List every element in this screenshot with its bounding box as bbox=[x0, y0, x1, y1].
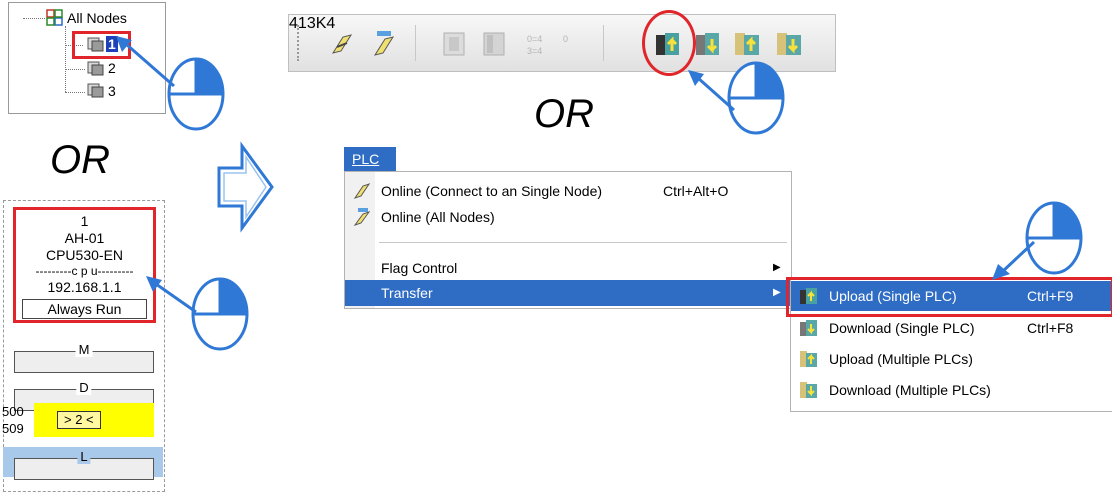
right-arrow-icon bbox=[217, 141, 274, 233]
pointer-arrow-icon bbox=[992, 240, 1036, 280]
download-single-icon[interactable] bbox=[693, 29, 723, 59]
station-cpu: CPU530-EN bbox=[45, 247, 124, 263]
menu-item-transfer[interactable]: Transfer ▶ bbox=[345, 280, 791, 306]
online-all-icon bbox=[353, 208, 371, 226]
menu-item-online-single[interactable]: Online (Connect to an Single Node) Ctrl+… bbox=[345, 178, 791, 204]
station-ip: 192.168.1.1 bbox=[47, 279, 122, 295]
upload-multiple-icon bbox=[800, 351, 817, 367]
plc-station-panel: 1 AH-01 CPU530-EN ---------c p u--------… bbox=[2, 200, 165, 492]
rack-slot-label: M bbox=[75, 343, 93, 357]
toolbar-separator bbox=[415, 25, 416, 61]
menu-item-label: Online (Connect to an Single Node) bbox=[381, 183, 603, 199]
io-module-label: > 2 < bbox=[57, 411, 101, 429]
plc-node-icon bbox=[87, 37, 104, 52]
upload-item-highlight bbox=[786, 277, 1112, 317]
svg-text:0=4: 0=4 bbox=[527, 34, 542, 44]
disabled-icon-2[interactable] bbox=[479, 29, 509, 59]
pointer-arrow-icon bbox=[116, 36, 175, 88]
station-cpu-divider: ---------c p u--------- bbox=[35, 264, 134, 278]
download-multiple-icon bbox=[800, 382, 817, 398]
or-label-left: OR bbox=[50, 138, 110, 182]
menu-plc-label: PLC bbox=[352, 151, 380, 167]
submenu-item-label: Download (Multiple PLCs) bbox=[829, 382, 991, 398]
station-model: AH-01 bbox=[64, 230, 105, 246]
rack-slot-m[interactable]: M bbox=[14, 343, 154, 373]
submenu-item-download-single[interactable]: Download (Single PLC) Ctrl+F8 bbox=[791, 313, 1112, 343]
menu-item-label: Flag Control bbox=[381, 260, 458, 276]
submenu-item-label: Download (Single PLC) bbox=[829, 320, 975, 336]
rack-slot-l[interactable]: L bbox=[14, 450, 154, 480]
range-start: 500 bbox=[2, 404, 24, 419]
upload-multiple-icon[interactable] bbox=[733, 29, 763, 59]
svg-text:0: 0 bbox=[563, 34, 568, 44]
menu-item-online-all[interactable]: Online (All Nodes) bbox=[345, 204, 791, 230]
submenu-arrow-icon: ▶ bbox=[773, 262, 781, 273]
station-number: 1 bbox=[80, 213, 89, 229]
tree-line bbox=[65, 92, 85, 93]
submenu-item-label: Upload (Multiple PLCs) bbox=[829, 351, 973, 367]
menu-item-flag-control[interactable]: Flag Control ▶ bbox=[345, 255, 791, 281]
submenu-arrow-icon: ▶ bbox=[773, 287, 781, 298]
pointer-arrow-icon bbox=[688, 70, 735, 112]
online-all-icon[interactable] bbox=[369, 29, 399, 59]
plc-node-icon bbox=[87, 61, 104, 76]
range-end: 509 bbox=[2, 421, 24, 436]
disabled-icon-3[interactable]: 0=43=4 bbox=[525, 29, 555, 59]
download-multiple-icon[interactable] bbox=[775, 29, 805, 59]
tree-root-label[interactable]: All Nodes bbox=[67, 10, 127, 26]
menu-item-label: Online (All Nodes) bbox=[381, 209, 495, 225]
or-label-center: OR bbox=[534, 92, 594, 136]
menu-item-label: Transfer bbox=[381, 285, 433, 301]
toolbar-separator bbox=[603, 25, 604, 61]
toolbar-grip[interactable] bbox=[297, 25, 301, 61]
submenu-item-shortcut: Ctrl+F8 bbox=[1027, 320, 1074, 336]
plc-dropdown-menu: Online (Connect to an Single Node) Ctrl+… bbox=[344, 171, 792, 309]
disabled-icon-1[interactable] bbox=[439, 29, 469, 59]
tree-line bbox=[65, 69, 85, 70]
station-mode[interactable]: Always Run bbox=[22, 299, 147, 319]
menu-item-shortcut: Ctrl+Alt+O bbox=[663, 183, 729, 199]
menu-plc[interactable]: PLC bbox=[344, 147, 396, 171]
submenu-item-upload-multiple[interactable]: Upload (Multiple PLCs) bbox=[791, 344, 1112, 374]
network-icon bbox=[46, 9, 63, 26]
tree-line bbox=[65, 26, 66, 92]
disabled-icon-4[interactable]: 0 bbox=[561, 29, 591, 59]
pointer-arrow-icon bbox=[146, 276, 197, 314]
tree-line bbox=[23, 18, 45, 19]
online-single-icon bbox=[353, 183, 371, 199]
submenu-item-download-multiple[interactable]: Download (Multiple PLCs) bbox=[791, 375, 1112, 405]
rack-slot-label: L bbox=[77, 450, 91, 464]
download-single-icon bbox=[800, 320, 817, 336]
rack-slot-label: D bbox=[76, 381, 92, 395]
svg-text:3=4: 3=4 bbox=[527, 46, 542, 56]
plc-node-icon bbox=[87, 83, 104, 98]
io-module-highlight[interactable]: > 2 < bbox=[34, 403, 154, 437]
menu-separator bbox=[379, 242, 787, 243]
cpu-info-box[interactable]: 1 AH-01 CPU530-EN ---------c p u--------… bbox=[13, 207, 156, 323]
online-single-icon[interactable] bbox=[327, 29, 357, 59]
